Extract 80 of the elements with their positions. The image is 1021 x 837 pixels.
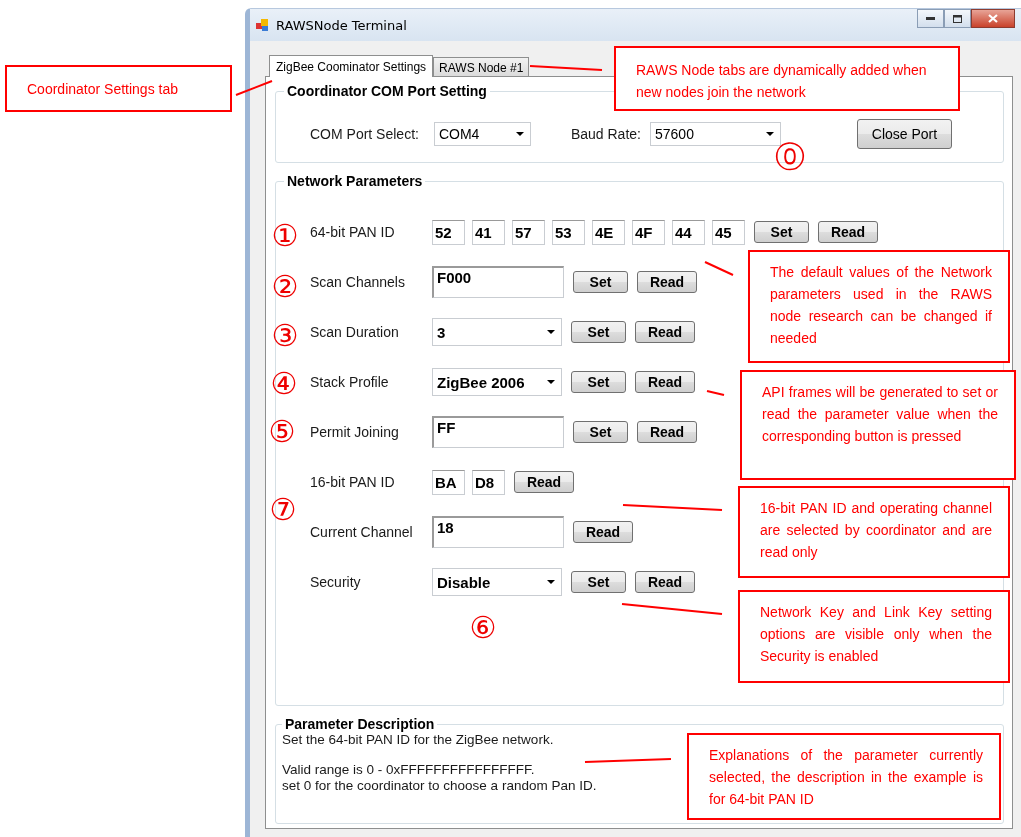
dropdown[interactable]: 3 — [432, 318, 562, 346]
field-label: COM Port Select: — [310, 126, 419, 142]
field-label: 64-bit PAN ID — [310, 224, 396, 240]
leader-line — [235, 80, 273, 96]
step-marker: ⑤ — [268, 417, 296, 447]
group-title: Coordinator COM Port Setting — [286, 83, 488, 99]
dropdown[interactable]: 57600 — [650, 122, 781, 146]
parameter-button[interactable]: Set — [573, 271, 628, 293]
close-button[interactable] — [971, 9, 1015, 28]
parameter-button[interactable]: Read — [514, 471, 574, 493]
parameter-button[interactable]: Read — [635, 571, 695, 593]
dropdown[interactable]: COM4 — [433, 122, 531, 146]
step-marker: ⑥ — [469, 613, 497, 643]
callout-note: Network Key and Link Key setting options are visible only when the Security is enabled — [738, 590, 1010, 683]
parameter-button[interactable]: Set — [573, 421, 628, 443]
field-label: Scan Channels — [310, 274, 406, 290]
step-marker: ⑦ — [269, 495, 297, 525]
byte-field[interactable]: 41 — [472, 219, 505, 245]
description-text: Valid range is 0 - 0xFFFFFFFFFFFFFFFF. set 0 for the coordinator to choose a random Pan ID. — [282, 762, 597, 794]
parameter-button[interactable]: Read — [573, 521, 633, 543]
caret-icon — [547, 580, 555, 584]
maximize-icon — [953, 14, 962, 23]
caret-icon — [547, 330, 555, 334]
callout-note: 16-bit PAN ID and operating channel are selected by coordinator and are read only — [738, 486, 1010, 578]
parameter-button[interactable]: Read — [635, 321, 695, 343]
tab[interactable]: ZigBee Coominator Settings — [269, 55, 434, 77]
caret-icon — [766, 132, 774, 136]
minimize-button[interactable] — [917, 9, 944, 28]
text-field[interactable]: FF — [432, 416, 564, 448]
byte-field[interactable]: 4E — [592, 219, 625, 245]
byte-field[interactable]: D8 — [472, 469, 505, 495]
text-field[interactable]: 18 — [432, 516, 564, 548]
group-title: Parameter Description — [284, 716, 436, 732]
description-text: Set the 64-bit PAN ID for the ZigBee network. — [282, 732, 554, 748]
window-title: RAWSNode Terminal — [276, 17, 407, 33]
callout-note: Coordinator Settings tab — [5, 65, 232, 112]
byte-field[interactable]: BA — [432, 469, 465, 495]
caret-icon — [547, 380, 555, 384]
parameter-button[interactable]: Set — [754, 221, 809, 243]
close-icon — [988, 14, 998, 23]
parameter-button[interactable]: Set — [571, 571, 626, 593]
parameter-button[interactable]: Read — [818, 221, 878, 243]
parameter-button[interactable]: Set — [571, 371, 626, 393]
field-label: Scan Duration — [310, 324, 400, 340]
byte-field[interactable]: 4F — [632, 219, 665, 245]
leader-line — [706, 390, 725, 396]
dropdown[interactable]: ZigBee 2006 — [432, 368, 562, 396]
callout-note: API frames will be generated to set or read the parameter value when the corresponding button is pressed — [740, 370, 1016, 480]
byte-field[interactable]: 57 — [512, 219, 545, 245]
maximize-button[interactable] — [944, 9, 971, 28]
step-marker: ② — [271, 272, 299, 302]
byte-field[interactable]: 52 — [432, 219, 465, 245]
parameter-button[interactable]: Read — [637, 421, 697, 443]
leader-line — [704, 261, 734, 276]
byte-field[interactable]: 53 — [552, 219, 585, 245]
field-label: Current Channel — [310, 524, 414, 540]
byte-field[interactable]: 45 — [712, 219, 745, 245]
app-icon — [256, 18, 270, 32]
step-marker: ① — [271, 221, 299, 251]
tab[interactable]: RAWS Node #1 — [433, 57, 530, 76]
callout-note: Explanations of the parameter currently selected, the description in the example is for 64-bit PAN ID — [687, 733, 1001, 820]
field-label: Baud Rate: — [570, 126, 641, 142]
step-marker: ③ — [271, 321, 299, 351]
close-port-button[interactable]: Close Port — [857, 119, 952, 149]
parameter-button[interactable]: Read — [637, 271, 697, 293]
minimize-icon — [926, 17, 935, 20]
step-marker: ④ — [270, 369, 298, 399]
dropdown[interactable]: Disable — [432, 568, 562, 596]
caret-icon — [515, 132, 524, 136]
parameter-button[interactable]: Read — [635, 371, 695, 393]
callout-note: RAWS Node tabs are dynamically added when new nodes join the network — [614, 46, 960, 111]
callout-note: The default values of the Network parameters used in the RAWS node research can be changed if needed — [748, 250, 1010, 363]
group-title: Network Parameters — [286, 173, 424, 189]
text-field[interactable]: F000 — [432, 266, 564, 298]
parameter-button[interactable]: Set — [571, 321, 626, 343]
field-label: Permit Joining — [310, 424, 400, 440]
field-label: Security — [310, 574, 362, 590]
byte-field[interactable]: 44 — [672, 219, 705, 245]
field-label: Stack Profile — [310, 374, 390, 390]
field-label: 16-bit PAN ID — [310, 474, 396, 490]
